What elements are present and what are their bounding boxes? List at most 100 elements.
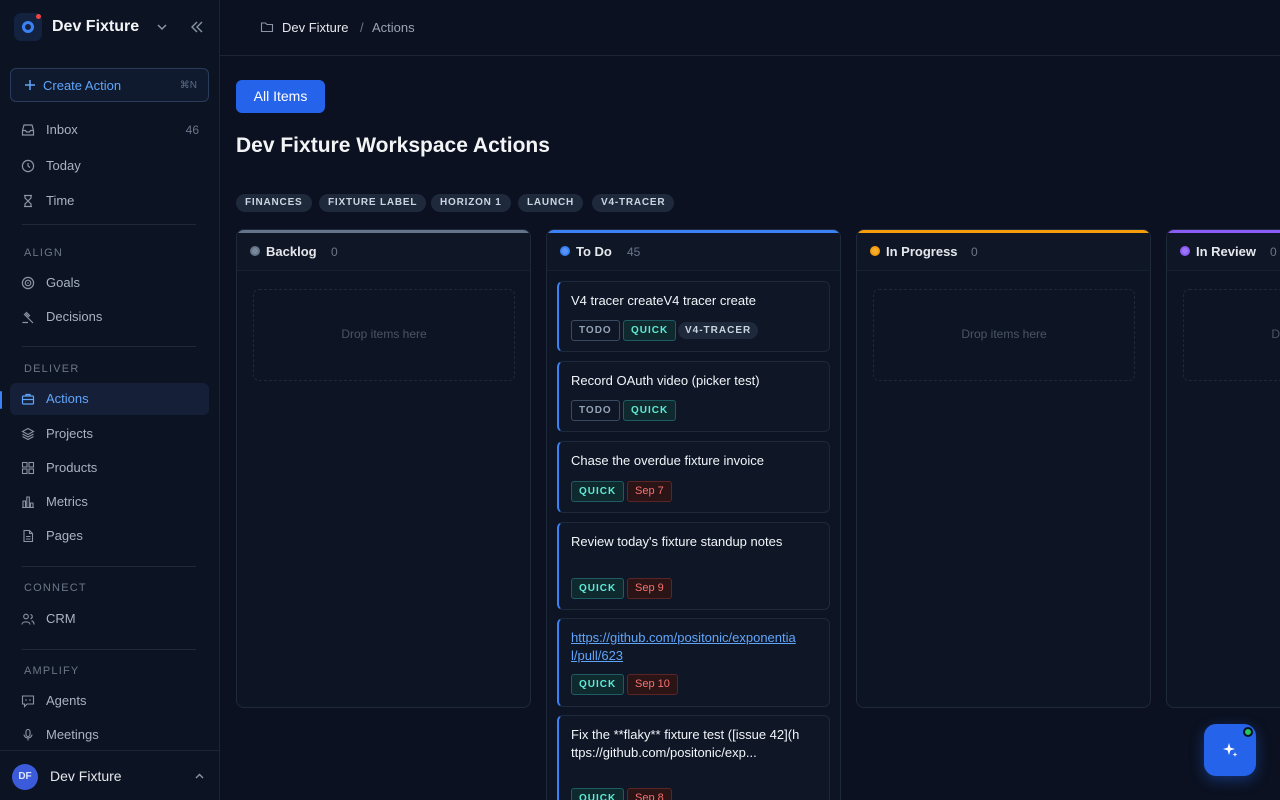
column-header: To Do 45	[547, 233, 840, 271]
label-chip[interactable]: LAUNCH	[518, 194, 584, 212]
sidebar-item-label: Metrics	[46, 494, 88, 509]
sidebar-item-label: Products	[46, 460, 98, 475]
card-title: Record OAuth video (picker test)	[571, 373, 760, 388]
sidebar-item-label: Decisions	[46, 309, 103, 324]
page-title: Dev Fixture Workspace Actions	[236, 134, 550, 157]
sidebar-item-goals[interactable]: Goals	[10, 267, 209, 299]
column-count: 0	[1270, 245, 1277, 259]
sidebar-item-agents[interactable]: Agents	[10, 685, 209, 717]
users-icon	[21, 613, 35, 625]
all-items-button[interactable]: All Items	[236, 80, 325, 113]
action-card[interactable]: https://github.com/positonic/exponential…	[557, 618, 830, 707]
tag-quick: QUICK	[623, 320, 677, 341]
column-title: In Review	[1196, 244, 1256, 259]
column-title: In Progress	[886, 244, 958, 259]
sidebar-item-label: Actions	[46, 391, 89, 406]
drop-zone-text: Drop items here	[341, 327, 427, 341]
create-action-shortcut: ⌘N	[179, 80, 197, 91]
chevron-down-icon[interactable]	[155, 20, 169, 34]
board-column-in-review: In Review 0 Drop items here	[1166, 229, 1280, 708]
card-title-link[interactable]: https://github.com/positonic/exponential…	[571, 629, 801, 665]
label-chip[interactable]: FINANCES	[236, 194, 312, 212]
briefcase-icon	[21, 393, 35, 405]
column-header: In Review 0	[1167, 233, 1280, 271]
plus-icon	[25, 80, 35, 90]
chat-bot-icon	[21, 695, 35, 708]
label-chip[interactable]: V4-TRACER	[592, 194, 675, 212]
target-icon	[21, 276, 35, 290]
online-indicator	[1243, 727, 1253, 737]
sidebar-item-label: Inbox	[46, 122, 78, 137]
label-chip[interactable]: HORIZON 1	[431, 194, 511, 212]
collapse-sidebar-icon[interactable]	[189, 19, 205, 35]
section-label-align: ALIGN	[24, 247, 64, 259]
sidebar-item-products[interactable]: Products	[10, 452, 209, 484]
status-dot-icon	[870, 246, 880, 256]
chevron-up-icon	[195, 773, 204, 779]
divider	[22, 346, 196, 347]
due-date-badge: Sep 8	[627, 788, 672, 800]
inbox-icon	[21, 124, 35, 136]
tag-label: V4-TRACER	[678, 322, 759, 339]
card-title: Fix the **flaky** fixture test ([issue 4…	[571, 727, 800, 760]
drop-zone[interactable]: Drop items here	[873, 289, 1135, 381]
microphone-icon	[23, 728, 33, 741]
clock-icon	[21, 159, 35, 173]
section-label-amplify: AMPLIFY	[24, 665, 80, 677]
hourglass-icon	[24, 194, 32, 208]
avatar: DF	[12, 764, 38, 790]
sidebar-item-decisions[interactable]: Decisions	[10, 301, 209, 333]
board-column-todo: To Do 45 V4 tracer createV4 tracer creat…	[546, 229, 841, 800]
workspace-name: Dev Fixture	[52, 18, 140, 35]
column-clip: In Review 0 Drop items here	[1166, 229, 1280, 708]
action-card[interactable]: Record OAuth video (picker test) TODO QU…	[557, 361, 830, 432]
assistant-button[interactable]	[1204, 724, 1256, 776]
divider	[22, 566, 196, 567]
column-count: 0	[331, 245, 338, 259]
gavel-icon	[22, 311, 34, 324]
sidebar-item-crm[interactable]: CRM	[10, 603, 209, 635]
action-card[interactable]: V4 tracer createV4 tracer create TODO QU…	[557, 281, 830, 352]
drop-zone[interactable]: Drop items here	[1183, 289, 1280, 381]
sidebar-item-label: Today	[46, 158, 81, 173]
create-action-button[interactable]: Create Action ⌘N	[10, 68, 209, 102]
sidebar-item-inbox[interactable]: Inbox 46	[10, 114, 209, 146]
sidebar-item-time[interactable]: Time	[10, 185, 209, 217]
due-date-badge: Sep 9	[627, 578, 672, 599]
status-dot-icon	[250, 246, 260, 256]
grid-icon	[21, 461, 35, 475]
sparkle-icon	[1223, 743, 1238, 757]
action-card[interactable]: Fix the **flaky** fixture test ([issue 4…	[557, 715, 830, 800]
breadcrumb-current: Actions	[372, 20, 415, 35]
sidebar-item-today[interactable]: Today	[10, 150, 209, 182]
label-chip[interactable]: FIXTURE LABEL	[319, 194, 427, 212]
sidebar-item-label: Goals	[46, 275, 80, 290]
tag-quick: QUICK	[571, 578, 625, 599]
column-header: In Progress 0	[857, 233, 1150, 271]
drop-zone[interactable]: Drop items here	[253, 289, 515, 381]
breadcrumb: Dev Fixture / Actions	[220, 0, 1280, 56]
workspace-switcher[interactable]: Dev Fixture	[0, 0, 219, 56]
user-menu[interactable]: DF Dev Fixture	[0, 750, 219, 800]
breadcrumb-workspace[interactable]: Dev Fixture	[282, 20, 348, 35]
sidebar-item-metrics[interactable]: Metrics	[10, 486, 209, 518]
status-dot-icon	[1180, 246, 1190, 256]
drop-zone-text: Drop items here	[961, 327, 1047, 341]
create-action-label: Create Action	[43, 78, 122, 93]
sidebar-item-pages[interactable]: Pages	[10, 520, 209, 552]
section-label-deliver: DELIVER	[24, 363, 80, 375]
tag-todo: TODO	[571, 400, 620, 421]
tag-todo: TODO	[571, 320, 620, 341]
bar-chart-icon	[22, 496, 34, 509]
card-title: Chase the overdue fixture invoice	[571, 453, 764, 468]
board-column-in-progress: In Progress 0 Drop items here	[856, 229, 1151, 708]
sidebar-item-actions[interactable]: Actions	[10, 383, 209, 415]
drop-zone-text: Drop items here	[1271, 327, 1280, 341]
action-card[interactable]: Review today's fixture standup notes QUI…	[557, 522, 830, 610]
sidebar-item-meetings[interactable]: Meetings	[10, 719, 209, 751]
inbox-count: 46	[185, 123, 199, 137]
column-header: Backlog 0	[237, 233, 530, 271]
action-card[interactable]: Chase the overdue fixture invoice QUICK …	[557, 441, 830, 513]
folder-icon	[260, 22, 274, 33]
sidebar-item-projects[interactable]: Projects	[10, 418, 209, 450]
